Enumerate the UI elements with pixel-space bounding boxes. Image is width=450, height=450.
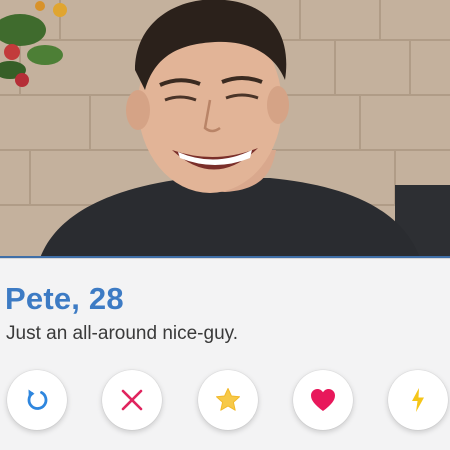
profile-info-panel: Pete, 28 Just an all-around nice-guy. [0, 258, 450, 450]
nope-button[interactable] [102, 370, 162, 430]
lightning-icon [412, 388, 424, 412]
profile-photo[interactable] [0, 0, 450, 258]
super-like-button[interactable] [198, 370, 258, 430]
close-icon [121, 389, 143, 411]
action-bar [0, 370, 450, 434]
profile-bio: Just an all-around nice-guy. [6, 323, 238, 344]
profile-name-age: Pete, 28 [5, 281, 124, 316]
profile-photo-illustration [0, 0, 450, 258]
like-button[interactable] [293, 370, 353, 430]
star-icon [216, 388, 240, 411]
boost-button[interactable] [388, 370, 448, 430]
rewind-button[interactable] [7, 370, 67, 430]
profile-card[interactable]: Pete, 28 Just an all-around nice-guy. [0, 0, 450, 450]
heart-icon [311, 389, 335, 411]
rewind-icon [27, 389, 48, 410]
